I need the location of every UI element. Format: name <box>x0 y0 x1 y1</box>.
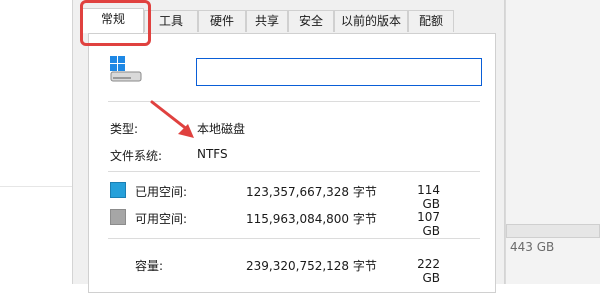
drive-name-input[interactable] <box>196 58 482 86</box>
tab-label: 工具 <box>158 14 183 28</box>
background-drive-usage-bar <box>506 224 600 238</box>
tab-label: 安全 <box>298 14 323 28</box>
tab-label: 配额 <box>418 14 443 28</box>
filesystem-value: NTFS <box>197 147 228 161</box>
tab-hardware[interactable]: 硬件 <box>198 10 246 32</box>
tab-label: 以前的版本 <box>340 14 401 28</box>
background-drive-size: 443 GB <box>510 240 555 254</box>
used-space-gb: 114 GB <box>417 183 440 211</box>
filesystem-label: 文件系统: <box>110 149 163 163</box>
tab-security[interactable]: 安全 <box>288 10 334 32</box>
tab-sharing[interactable]: 共享 <box>246 10 288 32</box>
drive-icon <box>110 56 142 82</box>
used-space-label: 已用空间: <box>135 185 188 199</box>
used-space-bytes: 123,357,667,328 字节 <box>246 185 377 199</box>
tab-previous-versions[interactable]: 以前的版本 <box>334 10 408 32</box>
divider <box>108 171 480 172</box>
annotation-arrow <box>150 100 194 138</box>
tab-highlight-annotation <box>80 0 151 46</box>
tab-tools[interactable]: 工具 <box>144 10 198 32</box>
free-space-bytes: 115,963,084,800 字节 <box>246 212 377 226</box>
capacity-label: 容量: <box>135 259 164 273</box>
tab-label: 硬件 <box>209 14 234 28</box>
tab-label: 共享 <box>254 14 279 28</box>
type-label: 类型: <box>110 122 139 136</box>
free-space-label: 可用空间: <box>135 212 188 226</box>
free-space-gb: 107 GB <box>417 210 440 238</box>
capacity-bytes: 239,320,752,128 字节 <box>246 259 377 273</box>
tab-quota[interactable]: 配额 <box>408 10 454 32</box>
divider <box>108 238 480 239</box>
capacity-gb: 222 GB <box>417 257 440 285</box>
free-space-swatch <box>110 209 126 225</box>
used-space-swatch <box>110 182 126 198</box>
background-panel-border <box>505 0 506 284</box>
